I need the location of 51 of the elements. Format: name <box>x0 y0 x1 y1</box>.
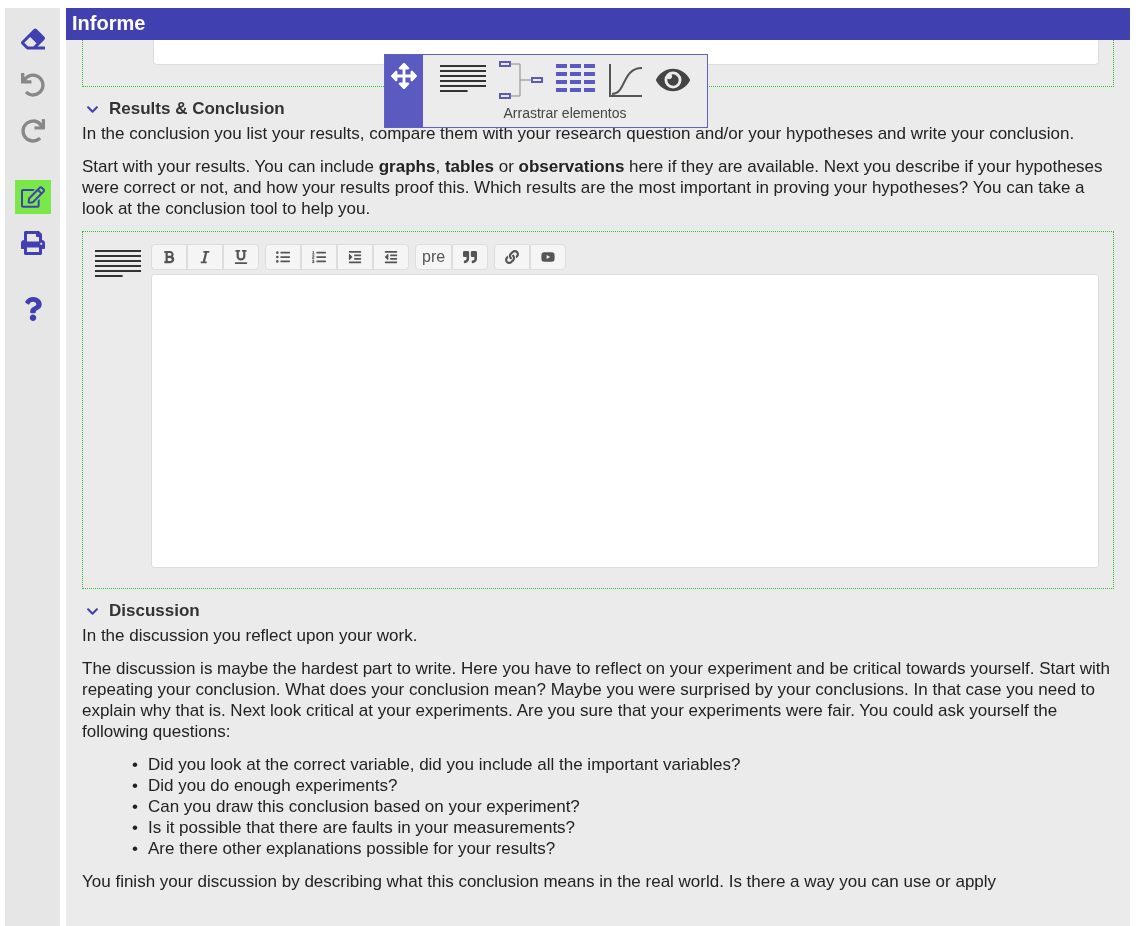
list-item: Did you look at the correct variable, did you include all the important variables? <box>147 754 741 775</box>
paragraph: In the conclusion you list your results, compare them with your research question and/or your hypotheses and write your conclusion. <box>82 123 1076 144</box>
video-button[interactable] <box>530 244 567 270</box>
outdent-button[interactable] <box>373 244 409 270</box>
italic-button[interactable] <box>187 244 223 270</box>
indent-button[interactable] <box>337 244 373 270</box>
redo-icon <box>20 119 45 143</box>
video-icon <box>541 250 556 264</box>
list-item: Did you do enough experiments? <box>147 775 398 796</box>
link-icon <box>505 250 520 264</box>
curve-chart-icon[interactable] <box>608 62 644 98</box>
numbers-button[interactable] <box>301 244 337 270</box>
section-title: Results & Conclusion <box>109 99 285 119</box>
outdent-icon <box>384 250 398 264</box>
underline-icon <box>234 250 248 264</box>
bullets-icon <box>276 250 290 264</box>
move-handle[interactable] <box>385 55 423 127</box>
list-item: Is it possible that there are faults in your measurements? <box>147 817 576 838</box>
bold-button[interactable] <box>151 244 187 270</box>
edit-button[interactable] <box>14 180 51 214</box>
edit-icon <box>20 185 45 209</box>
indent-icon <box>348 250 362 264</box>
italic-icon <box>198 250 212 264</box>
list-item: Are there other explanations possible for your results? <box>147 838 556 859</box>
paragraph: You finish your discussion by describing what this conclusion means in the real world. Is there a way you can use or apply <box>82 871 998 892</box>
text-block-icon[interactable] <box>440 65 486 95</box>
bullet-marker: • <box>132 817 138 838</box>
section-title: Discussion <box>109 601 200 621</box>
undo-icon <box>20 73 45 97</box>
window-title: Informe <box>66 8 1130 40</box>
quote-button[interactable] <box>452 244 489 270</box>
underline-button[interactable] <box>223 244 259 270</box>
eraser-icon <box>20 27 45 51</box>
paragraph: Start with your results. You can include graphs, tables or observations here if they are available. Next you describe if your hypotheses were correct or not, and how your results proof this. Which results are the most important in proving your hypotheses? You can take a look at the conclusion tool to help you. <box>82 156 1104 219</box>
diagram-icon[interactable] <box>498 60 544 100</box>
link-button[interactable] <box>494 244 531 270</box>
print-icon <box>20 231 45 255</box>
text-thumbnail-drawing <box>95 250 141 280</box>
bullet-marker: • <box>132 796 138 817</box>
numbers-icon <box>312 250 326 264</box>
bullet-marker: • <box>132 775 138 796</box>
list-item: Can you draw this conclusion based on your experiment? <box>147 796 580 817</box>
bullet-marker: • <box>132 838 138 859</box>
paragraph: In the discussion you reflect upon your work. <box>82 625 419 646</box>
bullets-button[interactable] <box>265 244 301 270</box>
quote-icon <box>463 250 478 264</box>
palette-label: Arrastrar elementos <box>503 105 627 121</box>
bold-icon <box>162 250 176 264</box>
bullet-marker: • <box>132 754 138 775</box>
paragraph: The discussion is maybe the hardest part to write. Here you have to reflect on your experiment and be critical towards yourself. Start with repeating your conclusion. What does your conclusion mean? Maybe you were surprised by your conclusions. In that case you need to explain why that is. Next look critical at your experiments. Are you sure that your experiments were fair. You could ask yourself the following questions: <box>82 658 1112 742</box>
pre-button[interactable]: pre <box>415 244 453 270</box>
